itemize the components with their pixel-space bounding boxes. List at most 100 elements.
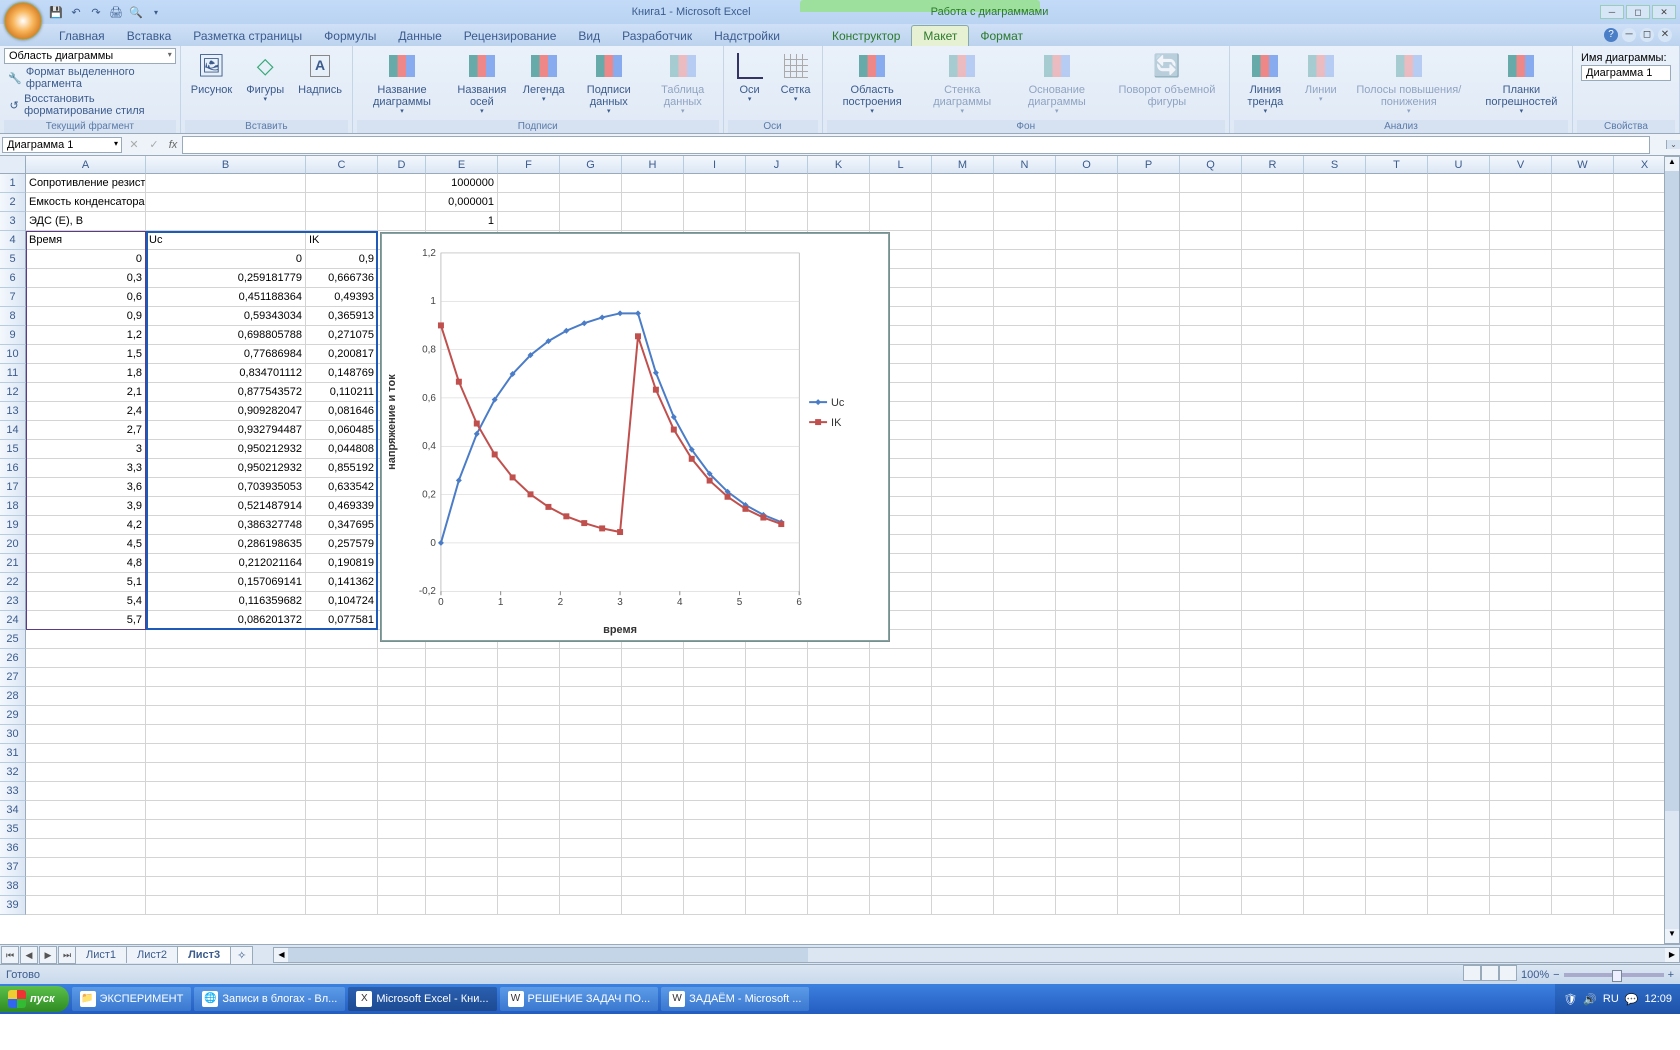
cell[interactable]: 3 — [26, 440, 146, 459]
cell[interactable] — [1118, 649, 1180, 668]
reset-style-button[interactable]: ↺Восстановить форматирование стиля — [4, 92, 176, 118]
cell[interactable] — [1552, 421, 1614, 440]
cell[interactable]: 0,909282047 — [146, 402, 306, 421]
cell[interactable] — [870, 706, 932, 725]
sheet-nav-next[interactable]: ▶ — [39, 946, 57, 964]
system-tray[interactable]: 🛡 🔊 RU 💬 12:09 — [1555, 984, 1680, 1014]
cell[interactable] — [1056, 383, 1118, 402]
cell[interactable] — [1428, 174, 1490, 193]
cell[interactable] — [1180, 877, 1242, 896]
cell[interactable] — [1056, 516, 1118, 535]
cell[interactable]: Емкость конденсатора, Ф — [26, 193, 146, 212]
cell[interactable] — [498, 174, 560, 193]
cell[interactable] — [1552, 478, 1614, 497]
column-header[interactable]: T — [1366, 156, 1428, 174]
cell[interactable] — [306, 839, 378, 858]
cell[interactable] — [1056, 820, 1118, 839]
cell[interactable] — [1242, 421, 1304, 440]
cell[interactable] — [1180, 288, 1242, 307]
cell[interactable] — [1552, 516, 1614, 535]
cell[interactable] — [808, 877, 870, 896]
cell[interactable]: 2,4 — [26, 402, 146, 421]
row-header[interactable]: 16 — [0, 459, 26, 478]
cell[interactable] — [1304, 763, 1366, 782]
cell[interactable] — [994, 440, 1056, 459]
cell[interactable] — [870, 649, 932, 668]
cell[interactable] — [1242, 744, 1304, 763]
column-header[interactable]: F — [498, 156, 560, 174]
cell[interactable] — [1118, 858, 1180, 877]
cell[interactable] — [1118, 668, 1180, 687]
cell[interactable] — [994, 231, 1056, 250]
cell[interactable] — [378, 193, 426, 212]
cell[interactable] — [1118, 231, 1180, 250]
cell[interactable] — [1056, 687, 1118, 706]
cell[interactable] — [1428, 820, 1490, 839]
cell[interactable] — [932, 706, 994, 725]
cell[interactable] — [1242, 649, 1304, 668]
cell[interactable] — [932, 402, 994, 421]
cell[interactable] — [1490, 839, 1552, 858]
cell[interactable] — [1304, 307, 1366, 326]
cell[interactable]: 4,2 — [26, 516, 146, 535]
cell[interactable] — [870, 858, 932, 877]
cell[interactable] — [1056, 459, 1118, 478]
cell[interactable] — [306, 763, 378, 782]
cell[interactable] — [1428, 630, 1490, 649]
cell[interactable] — [1366, 326, 1428, 345]
cell[interactable]: 0,081646 — [306, 402, 378, 421]
cell[interactable] — [994, 364, 1056, 383]
cell[interactable] — [498, 763, 560, 782]
cell[interactable] — [1242, 611, 1304, 630]
cell[interactable] — [1180, 231, 1242, 250]
cell[interactable] — [1552, 687, 1614, 706]
vscroll-thumb[interactable] — [1665, 171, 1679, 811]
cell[interactable] — [1242, 174, 1304, 193]
scroll-up-icon[interactable]: ▲ — [1665, 157, 1679, 171]
cell[interactable] — [1552, 858, 1614, 877]
cell[interactable] — [26, 877, 146, 896]
cell[interactable] — [560, 896, 622, 915]
cell[interactable] — [146, 212, 306, 231]
cell[interactable] — [870, 687, 932, 706]
cell[interactable]: 0,257579 — [306, 535, 378, 554]
preview-icon[interactable]: 🔍 — [128, 4, 144, 20]
row-header[interactable]: 32 — [0, 763, 26, 782]
cell[interactable] — [1366, 459, 1428, 478]
cell[interactable] — [1428, 554, 1490, 573]
row-header[interactable]: 11 — [0, 364, 26, 383]
cell[interactable] — [1056, 497, 1118, 516]
cell[interactable] — [1552, 668, 1614, 687]
cell[interactable] — [1056, 877, 1118, 896]
cell[interactable] — [1242, 212, 1304, 231]
row-header[interactable]: 22 — [0, 573, 26, 592]
cell[interactable] — [994, 535, 1056, 554]
cell[interactable] — [1180, 744, 1242, 763]
cell[interactable] — [1366, 250, 1428, 269]
cell[interactable] — [306, 630, 378, 649]
cell[interactable] — [378, 744, 426, 763]
cell[interactable] — [684, 725, 746, 744]
cell[interactable]: 0,077581 — [306, 611, 378, 630]
cell[interactable] — [1304, 231, 1366, 250]
cell[interactable] — [146, 687, 306, 706]
cell[interactable] — [808, 193, 870, 212]
cell[interactable] — [1490, 611, 1552, 630]
cell[interactable] — [1242, 364, 1304, 383]
min-ribbon-icon[interactable]: ─ — [1622, 28, 1636, 42]
cell[interactable] — [1304, 440, 1366, 459]
cell[interactable] — [26, 649, 146, 668]
cell[interactable] — [1056, 839, 1118, 858]
cell[interactable] — [684, 212, 746, 231]
cell[interactable] — [1242, 668, 1304, 687]
cell[interactable] — [498, 212, 560, 231]
cell[interactable] — [1428, 763, 1490, 782]
cell[interactable] — [1428, 345, 1490, 364]
row-header[interactable]: 33 — [0, 782, 26, 801]
cell[interactable] — [1552, 459, 1614, 478]
cell[interactable] — [306, 193, 378, 212]
cell[interactable] — [746, 744, 808, 763]
cell[interactable] — [1118, 801, 1180, 820]
row-header[interactable]: 9 — [0, 326, 26, 345]
cell[interactable] — [1056, 307, 1118, 326]
